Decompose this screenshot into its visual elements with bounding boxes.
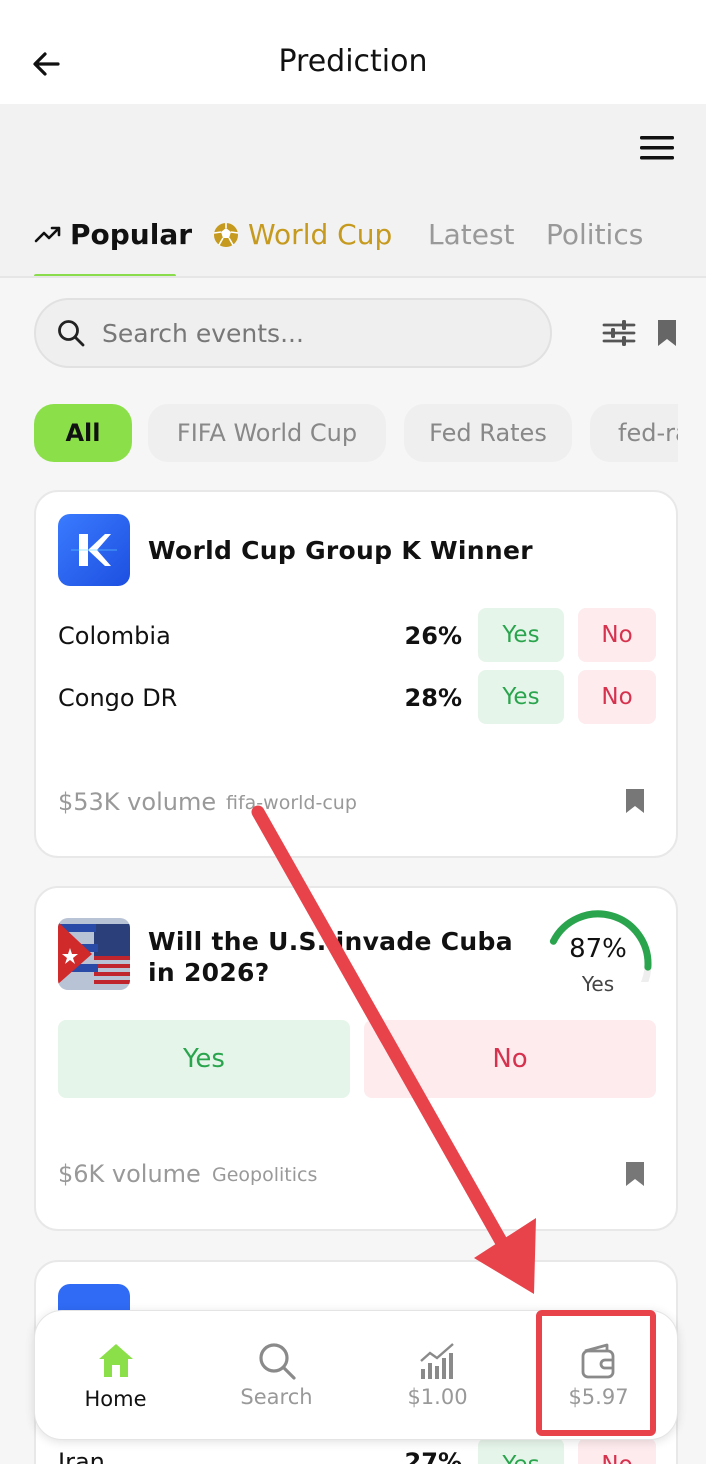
- page-title: Prediction: [278, 44, 428, 79]
- market-thumbnail: [58, 514, 130, 586]
- probability-percent: 87%: [569, 934, 627, 964]
- outcome-percent: 28%: [404, 684, 462, 712]
- category-tabs: Popular World Cup Latest Politics: [0, 206, 706, 278]
- trending-icon: [34, 226, 61, 242]
- chip-fed-rates-2[interactable]: fed-ra: [590, 404, 678, 462]
- nav-portfolio[interactable]: $1.00: [357, 1311, 518, 1441]
- chip-fed-rates[interactable]: Fed Rates: [404, 404, 572, 462]
- filter-sliders-icon[interactable]: [602, 316, 636, 350]
- nav-search-label: Search: [240, 1385, 313, 1409]
- outcome-percent: 27%: [404, 1448, 462, 1464]
- market-thumbnail: [58, 918, 130, 990]
- tab-popular[interactable]: Popular: [34, 218, 192, 251]
- bookmark-icon[interactable]: [624, 1160, 646, 1188]
- no-button[interactable]: No: [364, 1020, 656, 1098]
- yes-button[interactable]: Yes: [478, 670, 564, 724]
- bookmark-icon[interactable]: [624, 787, 646, 815]
- soccer-ball-icon: [213, 222, 239, 247]
- yes-button[interactable]: Yes: [478, 608, 564, 662]
- outcome-name: Iran: [58, 1448, 105, 1464]
- nav-portfolio-label: $1.00: [407, 1385, 468, 1409]
- highlight-box: [536, 1310, 656, 1436]
- search-input[interactable]: [102, 318, 522, 348]
- bookmark-icon[interactable]: [656, 318, 678, 348]
- nav-home[interactable]: Home: [35, 1311, 196, 1441]
- volume-text: $53K volume: [58, 788, 217, 816]
- market-title: World Cup Group K Winner: [148, 536, 533, 565]
- chip-all[interactable]: All: [34, 404, 132, 462]
- search-bar[interactable]: [34, 298, 552, 368]
- filter-chips: All FIFA World Cup Fed Rates fed-ra: [34, 404, 678, 464]
- outcome-name: Congo DR: [58, 684, 178, 712]
- tab-world-cup-label: World Cup: [248, 218, 393, 251]
- nav-home-label: Home: [84, 1387, 147, 1411]
- chip-fifa-world-cup[interactable]: FIFA World Cup: [148, 404, 386, 462]
- volume-text: $6K volume: [58, 1160, 201, 1188]
- outcome-name: Colombia: [58, 622, 171, 650]
- hamburger-menu-icon[interactable]: [636, 130, 678, 166]
- market-card[interactable]: World Cup Group K Winner Colombia 26% Ye…: [34, 490, 678, 858]
- tab-politics[interactable]: Politics: [546, 218, 643, 251]
- no-button[interactable]: No: [578, 608, 656, 662]
- market-card[interactable]: Will the U.S. invade Cuba in 2026? 87% Y…: [34, 886, 678, 1231]
- category-tag[interactable]: Geopolitics: [212, 1164, 317, 1186]
- flags-image: [58, 918, 130, 990]
- probability-label: Yes: [581, 972, 615, 996]
- tab-latest[interactable]: Latest: [428, 218, 515, 251]
- chart-bars-icon: [420, 1343, 454, 1379]
- nav-search[interactable]: Search: [196, 1311, 357, 1441]
- outcome-percent: 26%: [404, 622, 462, 650]
- no-button[interactable]: No: [578, 670, 656, 724]
- yes-button[interactable]: Yes: [58, 1020, 350, 1098]
- home-icon: [99, 1344, 133, 1377]
- search-icon: [259, 1343, 296, 1380]
- top-bar: Prediction: [0, 0, 706, 104]
- no-button[interactable]: No: [578, 1438, 656, 1464]
- market-logo-icon: [71, 534, 117, 566]
- tab-world-cup[interactable]: World Cup: [212, 218, 392, 251]
- market-title: Will the U.S. invade Cuba in 2026?: [148, 927, 513, 987]
- category-tag[interactable]: fifa-world-cup: [226, 792, 357, 814]
- tabs-divider: [0, 276, 706, 278]
- search-icon: [58, 320, 85, 347]
- yes-button[interactable]: Yes: [478, 1438, 564, 1464]
- tab-popular-label: Popular: [70, 218, 193, 251]
